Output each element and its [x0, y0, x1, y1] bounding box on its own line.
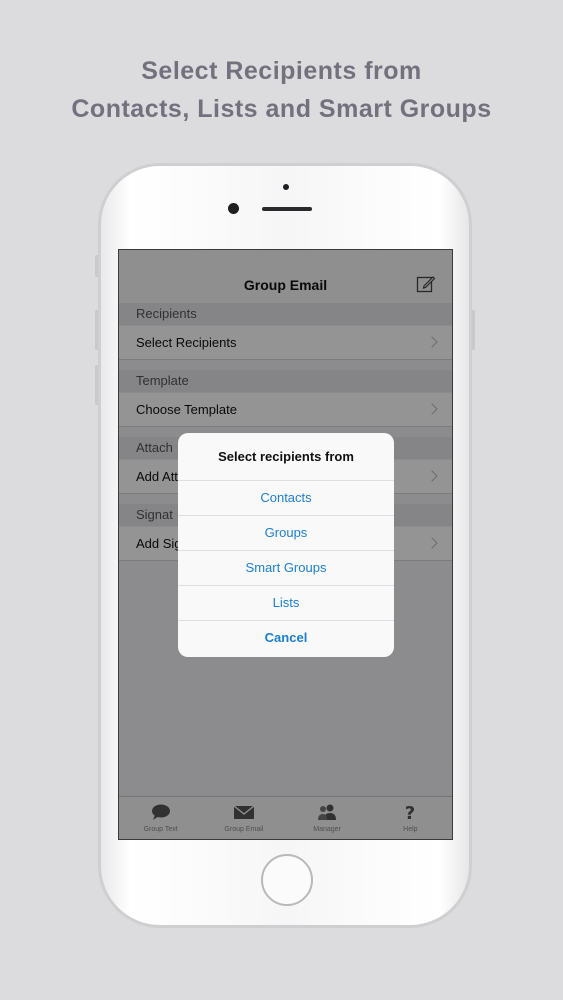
recipients-action-sheet: Select recipients from Contacts Groups S…: [178, 433, 394, 657]
earpiece-speaker: [262, 207, 312, 211]
groups-option[interactable]: Groups: [178, 516, 394, 551]
smart-groups-option[interactable]: Smart Groups: [178, 551, 394, 586]
lists-option[interactable]: Lists: [178, 586, 394, 621]
promo-line-2: Contacts, Lists and Smart Groups: [71, 95, 492, 123]
front-camera: [228, 203, 239, 214]
action-sheet-title: Select recipients from: [178, 433, 394, 481]
proximity-sensor: [283, 184, 289, 190]
app-screen: Group Email Recipients Select Recipients…: [118, 249, 453, 840]
home-button[interactable]: [261, 854, 313, 906]
promo-headline: Select Recipients from Contacts, Lists a…: [0, 52, 563, 128]
contacts-option[interactable]: Contacts: [178, 481, 394, 516]
cancel-button[interactable]: Cancel: [178, 621, 394, 655]
promo-line-1: Select Recipients from: [141, 57, 422, 85]
